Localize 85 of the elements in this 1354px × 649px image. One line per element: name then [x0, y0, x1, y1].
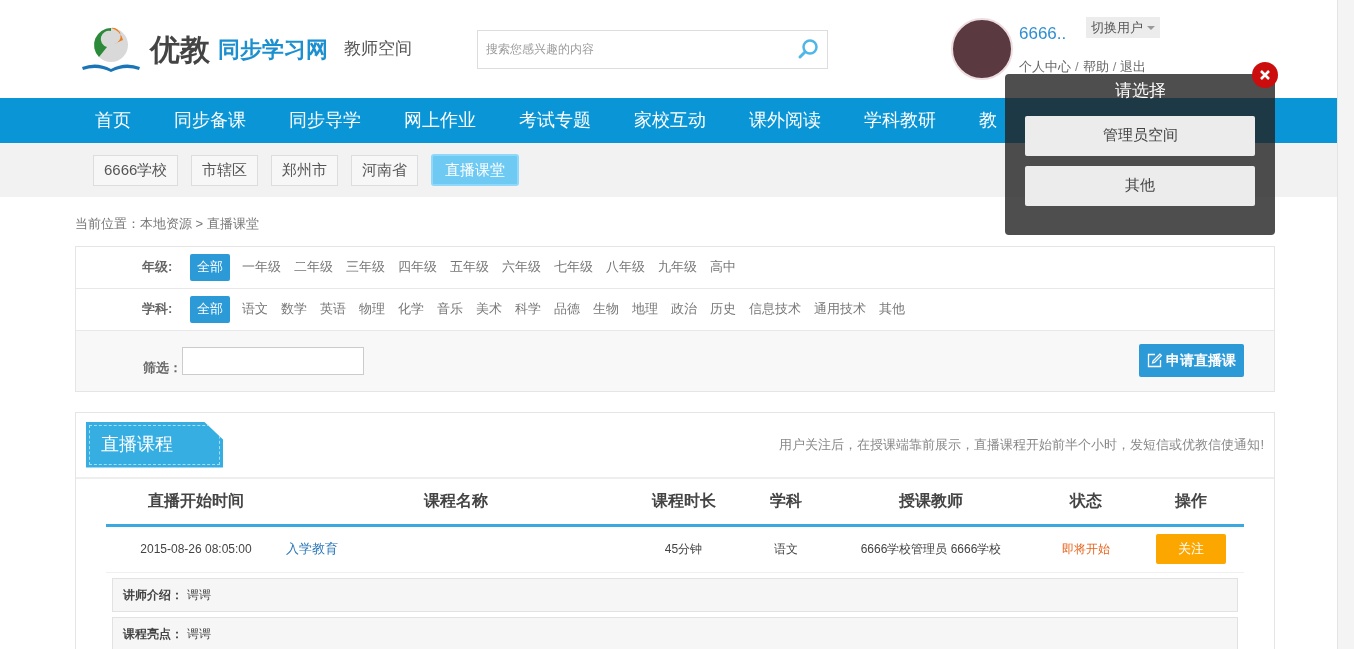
filter-option[interactable]: 政治: [670, 295, 698, 323]
filter-option[interactable]: 全部: [190, 295, 230, 323]
logo-brand: 优教: [150, 31, 210, 68]
nav-link[interactable]: 同步备课: [174, 107, 246, 134]
filter-option[interactable]: 历史: [709, 295, 737, 323]
filter-option[interactable]: 七年级: [553, 253, 594, 281]
filter-input[interactable]: [182, 346, 364, 375]
filter-option[interactable]: 语文: [241, 295, 269, 323]
filter-option[interactable]: 五年级: [449, 253, 490, 281]
status-text: 即将开始: [1061, 541, 1111, 558]
detail-label: 课程亮点：: [123, 625, 183, 643]
detail-value: 谔谔: [187, 625, 211, 643]
nav-link[interactable]: 考试专题: [519, 107, 591, 134]
logo-icon: [80, 25, 142, 73]
breadcrumb: 当前位置：本地资源 > 直播课堂: [75, 215, 260, 233]
filter-option[interactable]: 一年级: [241, 253, 282, 281]
table-cell-text: 45分钟: [663, 541, 704, 558]
column-header: 操作: [1173, 491, 1208, 511]
filter-option[interactable]: 六年级: [501, 253, 542, 281]
logo-product: 同步学习网: [218, 35, 328, 64]
filter-option[interactable]: 全部: [190, 253, 230, 281]
filter-option[interactable]: 地理: [631, 295, 659, 323]
filter-option[interactable]: 九年级: [657, 253, 698, 281]
filter-option[interactable]: 美术: [475, 295, 503, 323]
filter-option[interactable]: 英语: [319, 295, 347, 323]
edit-icon: [1147, 353, 1162, 368]
table-cell-text: 6666学校管理员 6666学校: [859, 541, 1003, 558]
filter-option[interactable]: 生物: [592, 295, 620, 323]
nav-link[interactable]: 教: [979, 107, 997, 134]
apply-live-course-button[interactable]: 申请直播课: [1139, 344, 1244, 377]
detail-label: 讲师介绍：: [123, 586, 183, 604]
close-icon[interactable]: [1252, 62, 1278, 88]
filter-option[interactable]: 信息技术: [748, 295, 802, 323]
filter-option[interactable]: 物理: [358, 295, 386, 323]
scope-tab[interactable]: 市辖区: [191, 154, 259, 186]
filter-option[interactable]: 八年级: [605, 253, 646, 281]
column-header: 课程名称: [422, 491, 489, 511]
column-header: 授课教师: [898, 491, 964, 511]
notice-text: 用户关注后，在授课端靠前展示，直播课程开始前半个小时，发短信或优教信使通知!: [779, 435, 1264, 454]
search-box[interactable]: 搜索您感兴趣的内容: [477, 29, 828, 69]
filter-option[interactable]: 三年级: [345, 253, 386, 281]
link-separator: /: [1075, 57, 1079, 76]
filter-option[interactable]: 科学: [514, 295, 542, 323]
user-link[interactable]: 个人中心: [1019, 56, 1071, 76]
nav-link[interactable]: 网上作业: [404, 107, 476, 134]
table-cell-text: 语文: [773, 541, 799, 558]
username-link[interactable]: 6666..: [1019, 21, 1067, 47]
nav-link[interactable]: 家校互动: [634, 107, 706, 134]
filter-label: 筛选：: [143, 358, 182, 377]
caret-icon: [1147, 25, 1156, 30]
detail-value: 谔谔: [187, 586, 211, 604]
popup-option[interactable]: 其他: [1025, 165, 1255, 206]
course-name-link[interactable]: 入学教育: [286, 539, 626, 559]
popup-title: 请选择: [1114, 80, 1166, 102]
filter-option[interactable]: 化学: [397, 295, 425, 323]
filter-label: 年级:: [142, 258, 174, 277]
column-header: 学科: [769, 491, 803, 511]
column-header: 直播开始时间: [147, 491, 245, 511]
column-header: 课程时长: [650, 491, 717, 511]
filter-option[interactable]: 数学: [280, 295, 308, 323]
nav-link[interactable]: 课外阅读: [749, 107, 821, 134]
popup-option[interactable]: 管理员空间: [1025, 115, 1255, 156]
table-cell-text: 2015-08-26 08:05:00: [139, 541, 253, 558]
scope-tab[interactable]: 河南省: [351, 154, 419, 186]
filter-option[interactable]: 二年级: [293, 253, 334, 281]
section-title: 直播课程: [86, 421, 223, 468]
user-link[interactable]: 帮助: [1082, 56, 1109, 76]
filter-option[interactable]: 其他: [878, 295, 906, 323]
filter-option[interactable]: 高中: [709, 253, 737, 281]
filter-label: 学科:: [142, 300, 174, 319]
filter-option[interactable]: 音乐: [436, 295, 464, 323]
link-separator: /: [1112, 57, 1117, 76]
filter-option[interactable]: 四年级: [397, 253, 438, 281]
filter-option[interactable]: 品德: [553, 295, 581, 323]
search-field[interactable]: 搜索您感兴趣的内容: [486, 40, 797, 58]
space-name: 教师空间: [344, 38, 412, 61]
nav-link[interactable]: 同步导学: [289, 107, 361, 134]
nav-link[interactable]: 首页: [95, 107, 131, 134]
scope-tab[interactable]: 郑州市: [271, 154, 339, 186]
switch-user-dropdown[interactable]: 切换用户: [1086, 17, 1161, 38]
filter-option[interactable]: 通用技术: [813, 295, 867, 323]
nav-link[interactable]: 学科教研: [864, 107, 936, 134]
scope-tab[interactable]: 6666学校: [93, 154, 179, 186]
user-link[interactable]: 退出: [1120, 56, 1147, 76]
column-header: 状态: [1068, 491, 1103, 511]
